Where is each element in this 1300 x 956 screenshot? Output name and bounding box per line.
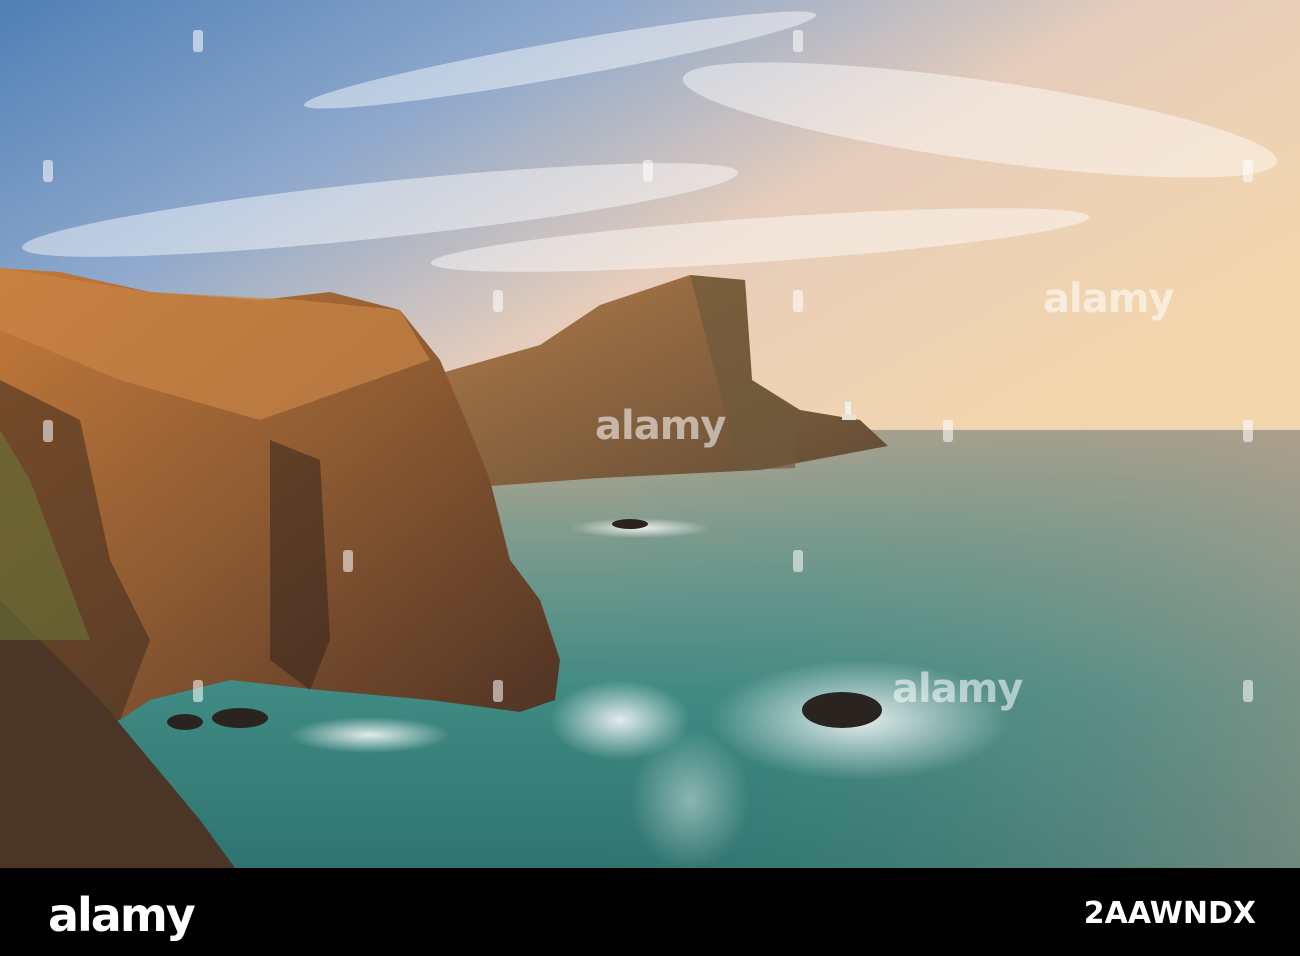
watermark-mark xyxy=(1243,680,1253,702)
watermark-mark xyxy=(793,290,803,312)
watermark-mark xyxy=(643,160,653,182)
landscape-photo: alamy alamy alamy xyxy=(0,0,1300,868)
footer-bar: alamy 2AAWNDX xyxy=(0,868,1300,956)
watermark-mark xyxy=(1243,420,1253,442)
watermark-mark xyxy=(1243,160,1253,182)
watermark-mark xyxy=(43,420,53,442)
watermark-mark xyxy=(343,550,353,572)
brand-logo[interactable]: alamy xyxy=(48,888,196,942)
watermark-mark xyxy=(793,30,803,52)
watermark-mark xyxy=(943,420,953,442)
watermark-mark xyxy=(493,680,503,702)
lighthouse xyxy=(845,402,851,416)
watermark-mark xyxy=(43,160,53,182)
watermark-mark xyxy=(193,680,203,702)
image-id: 2AAWNDX xyxy=(1083,896,1256,931)
watermark-mark xyxy=(493,290,503,312)
watermark-mark xyxy=(793,550,803,572)
watermark-mark xyxy=(193,30,203,52)
